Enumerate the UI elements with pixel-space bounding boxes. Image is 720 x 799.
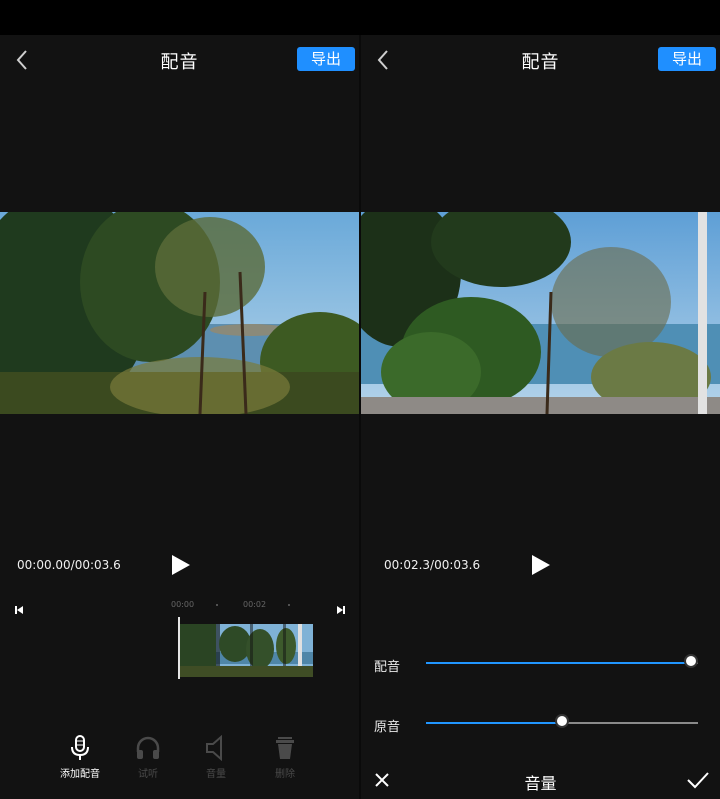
checkmark-icon <box>687 772 709 789</box>
dub-volume-label: 配音 <box>374 660 401 675</box>
play-icon <box>172 555 190 575</box>
add-dub-button[interactable]: 添加配音 <box>50 735 110 780</box>
video-preview[interactable] <box>361 212 720 414</box>
volume-bottom-bar: 音量 <box>361 762 720 799</box>
video-preview[interactable] <box>0 212 359 414</box>
volume-button[interactable]: 音量 <box>186 734 246 780</box>
play-button[interactable] <box>530 553 552 577</box>
header: 配音 导出 <box>0 35 359 85</box>
timeline-mark: 00:00 <box>171 600 195 609</box>
playback-time: 00:00.00/00:03.6 <box>17 558 121 572</box>
dub-volume-slider[interactable] <box>426 653 698 673</box>
delete-button[interactable]: 删除 <box>255 735 315 780</box>
playback-time: 00:02.3/00:03.6 <box>384 558 481 572</box>
play-icon <box>532 555 550 575</box>
tool-label: 添加配音 <box>60 769 100 780</box>
video-frame <box>361 212 720 414</box>
timeline-tick <box>288 604 290 606</box>
microphone-icon <box>71 735 89 760</box>
slider-fill <box>426 722 562 724</box>
slider-handle[interactable] <box>555 714 569 728</box>
timeline-mark: 00:02 <box>243 600 267 609</box>
volume-title: 音量 <box>524 774 557 793</box>
dubbing-screen-left: 配音 导出 00:00.00/00:03.6 00:00 00:02 添加配音 … <box>0 35 359 799</box>
tool-label: 音量 <box>206 769 226 780</box>
original-volume-slider[interactable] <box>426 713 698 733</box>
dubbing-screen-right: 配音 导出 00:02.3/00:03.6 配音 原音 音量 <box>361 35 720 799</box>
video-frame <box>0 212 359 414</box>
header: 配音 导出 <box>361 35 720 85</box>
video-thumbnail-strip[interactable] <box>180 624 313 677</box>
timeline-tick <box>216 604 218 606</box>
confirm-button[interactable] <box>686 770 710 790</box>
export-button[interactable]: 导出 <box>658 47 716 71</box>
skip-to-start-button[interactable] <box>14 600 24 614</box>
play-button[interactable] <box>170 553 192 577</box>
skip-end-icon <box>337 606 345 614</box>
status-bar <box>0 0 720 35</box>
original-volume-label: 原音 <box>374 720 401 735</box>
skip-to-end-button[interactable] <box>336 600 346 614</box>
preview-listen-button[interactable]: 试听 <box>118 735 178 780</box>
timeline-playhead[interactable] <box>178 617 180 679</box>
speaker-icon <box>206 734 222 762</box>
thumbnail-frames <box>180 624 313 677</box>
tool-label: 试听 <box>138 769 158 780</box>
tool-label: 删除 <box>275 769 295 780</box>
trash-icon <box>276 737 294 759</box>
slider-handle[interactable] <box>684 654 698 668</box>
skip-start-icon <box>15 606 23 614</box>
slider-fill <box>426 662 691 664</box>
headphones-icon <box>136 736 160 759</box>
export-button[interactable]: 导出 <box>297 47 355 71</box>
